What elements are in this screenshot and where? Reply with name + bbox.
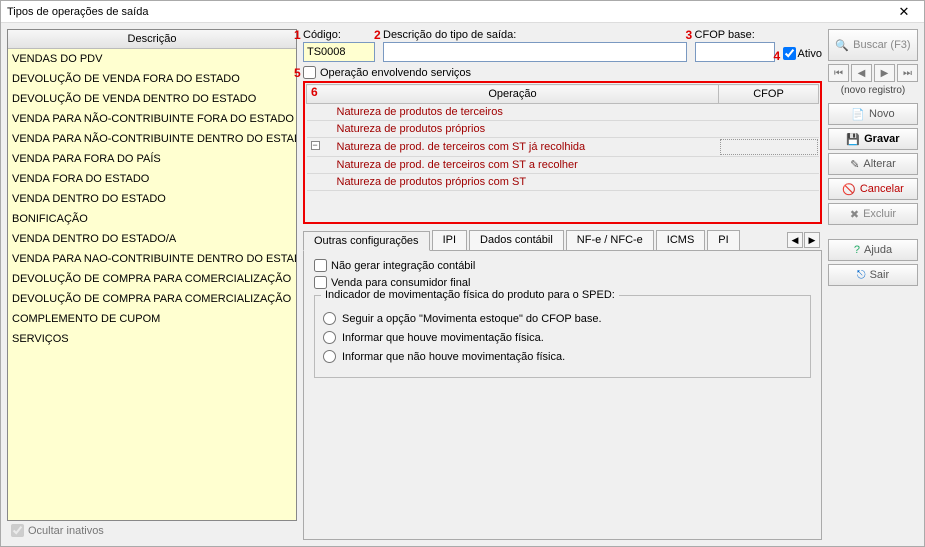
novo-button[interactable]: 📄 Novo: [828, 103, 918, 125]
nav-next-button[interactable]: ▶: [874, 64, 895, 82]
excluir-button[interactable]: ✖ Excluir: [828, 203, 918, 225]
servicos-checkbox[interactable]: [303, 66, 316, 79]
marker-4: 4: [774, 49, 781, 63]
exit-icon: ⎋: [857, 269, 866, 282]
list-item[interactable]: BONIFICAÇÃO: [8, 209, 296, 229]
nav-first-button[interactable]: ⏮: [828, 64, 849, 82]
gravar-button[interactable]: 💾 Gravar: [828, 128, 918, 150]
list-item[interactable]: VENDA PARA NAO-CONTRIBUINTE DENTRO DO ES…: [8, 249, 296, 269]
radio-nao-houve-label: Informar que não houve movimentação físi…: [342, 351, 565, 363]
operacao-cell: Natureza de produtos próprios com ST: [337, 176, 527, 188]
hide-inactive-label: Ocultar inativos: [28, 525, 104, 537]
list-item[interactable]: VENDA DENTRO DO ESTADO: [8, 189, 296, 209]
nao-gerar-integracao-checkbox[interactable]: [314, 259, 327, 272]
descricao-input[interactable]: [383, 42, 687, 62]
radio-nao-houve-mov[interactable]: [323, 350, 336, 363]
descricao-label: 2 Descrição do tipo de saída:: [383, 29, 687, 41]
list-item[interactable]: VENDA DENTRO DO ESTADO/A: [8, 229, 296, 249]
codigo-label: 1 Código:: [303, 29, 375, 41]
tab-scroll-right[interactable]: ▶: [804, 232, 820, 248]
binoculars-icon: 🔍: [835, 39, 849, 52]
operacao-cell: Natureza de prod. de terceiros com ST a …: [337, 159, 578, 171]
nav-last-button[interactable]: ⏭: [897, 64, 918, 82]
marker-1: 1: [294, 28, 301, 42]
operacao-cell: Natureza de prod. de terceiros com ST já…: [337, 141, 586, 153]
list-header-descricao[interactable]: Descrição: [8, 30, 296, 49]
list-item[interactable]: DEVOLUÇÃO DE VENDA DENTRO DO ESTADO: [8, 89, 296, 109]
list-item[interactable]: VENDA PARA FORA DO PAÍS: [8, 149, 296, 169]
cancel-icon: 🚫: [842, 183, 856, 196]
window-title: Tipos de operações de saída: [7, 6, 890, 18]
list-item[interactable]: VENDAS DO PDV: [8, 49, 296, 69]
operacao-cell: Natureza de produtos próprios: [337, 123, 486, 135]
codigo-input[interactable]: [303, 42, 375, 62]
table-row[interactable]: Natureza de produtos próprios: [307, 121, 819, 138]
sped-group-legend: Indicador de movimentação física do prod…: [321, 289, 619, 301]
list-item[interactable]: SERVIÇOS: [8, 329, 296, 349]
cfop-cell[interactable]: [719, 174, 819, 191]
operacoes-table[interactable]: Operação CFOP Natureza de produtos de te…: [306, 84, 819, 191]
consumidor-final-label: Venda para consumidor final: [331, 277, 470, 289]
cfop-cell[interactable]: [719, 138, 819, 157]
radio-seguir-label: Seguir a opção "Movimenta estoque" do CF…: [342, 313, 602, 325]
cfop-base-input[interactable]: [695, 42, 775, 62]
table-row[interactable]: Natureza de prod. de terceiros com ST a …: [307, 157, 819, 174]
consumidor-final-checkbox[interactable]: [314, 276, 327, 289]
new-file-icon: 📄: [851, 108, 865, 121]
hide-inactive-checkbox[interactable]: [11, 524, 24, 537]
cfop-header[interactable]: CFOP: [719, 85, 819, 104]
tree-expand-icon[interactable]: −: [311, 141, 320, 150]
help-icon: ?: [854, 244, 860, 256]
radio-seguir-cfop[interactable]: [323, 312, 336, 325]
servicos-label: Operação envolvendo serviços: [320, 67, 471, 79]
list-item[interactable]: VENDA PARA NÃO-CONTRIBUINTE FORA DO ESTA…: [8, 109, 296, 129]
marker-6: 6: [311, 85, 318, 99]
tab-dados-cont-bil[interactable]: Dados contábil: [469, 230, 564, 250]
ativo-checkbox[interactable]: [783, 47, 796, 60]
description-list[interactable]: Descrição VENDAS DO PDVDEVOLUÇÃO DE VEND…: [7, 29, 297, 521]
table-row[interactable]: Natureza de produtos próprios com ST: [307, 174, 819, 191]
radio-houve-label: Informar que houve movimentação física.: [342, 332, 544, 344]
tab-pis[interactable]: PI: [707, 230, 739, 250]
cancelar-button[interactable]: 🚫 Cancelar: [828, 178, 918, 200]
list-item[interactable]: COMPLEMENTO DE CUPOM: [8, 309, 296, 329]
delete-icon: ✖: [850, 208, 859, 221]
tab-outras-configura-es[interactable]: Outras configurações: [303, 231, 430, 251]
radio-houve-mov[interactable]: [323, 331, 336, 344]
tab-scroll-left[interactable]: ◀: [787, 232, 803, 248]
save-icon: 💾: [846, 133, 860, 146]
list-item[interactable]: DEVOLUÇÃO DE VENDA FORA DO ESTADO: [8, 69, 296, 89]
operacao-cell: Natureza de produtos de terceiros: [337, 106, 503, 118]
tab-nf-e-nfc-e[interactable]: NF-e / NFC-e: [566, 230, 654, 250]
operacao-header[interactable]: Operação: [307, 85, 719, 104]
edit-icon: ✎: [850, 158, 859, 171]
list-item[interactable]: VENDA PARA NÃO-CONTRIBUINTE DENTRO DO ES…: [8, 129, 296, 149]
ativo-label: Ativo: [798, 48, 822, 60]
marker-3: 3: [686, 28, 693, 42]
marker-2: 2: [374, 28, 381, 42]
list-item[interactable]: DEVOLUÇÃO DE COMPRA PARA COMERCIALIZAÇÃO: [8, 289, 296, 309]
nav-prev-button[interactable]: ◀: [851, 64, 872, 82]
cfop-cell[interactable]: [719, 121, 819, 138]
tab-icms[interactable]: ICMS: [656, 230, 706, 250]
cfop-base-label: 3 CFOP base:: [695, 29, 775, 41]
cfop-cell[interactable]: [719, 104, 819, 121]
tab-ipi[interactable]: IPI: [432, 230, 467, 250]
buscar-button[interactable]: 🔍 Buscar (F3): [828, 29, 918, 61]
alterar-button[interactable]: ✎ Alterar: [828, 153, 918, 175]
ajuda-button[interactable]: ? Ajuda: [828, 239, 918, 261]
marker-5: 5: [294, 66, 301, 80]
list-item[interactable]: DEVOLUÇÃO DE COMPRA PARA COMERCIALIZAÇÃO: [8, 269, 296, 289]
sair-button[interactable]: ⎋ Sair: [828, 264, 918, 286]
table-row[interactable]: − Natureza de prod. de terceiros com ST j…: [307, 138, 819, 157]
list-item[interactable]: VENDA FORA DO ESTADO: [8, 169, 296, 189]
table-row[interactable]: Natureza de produtos de terceiros: [307, 104, 819, 121]
nao-gerar-integracao-label: Não gerar integração contábil: [331, 260, 475, 272]
novo-registro-label: (novo registro): [828, 85, 918, 96]
cfop-cell[interactable]: [719, 157, 819, 174]
close-button[interactable]: ✕: [890, 3, 918, 21]
